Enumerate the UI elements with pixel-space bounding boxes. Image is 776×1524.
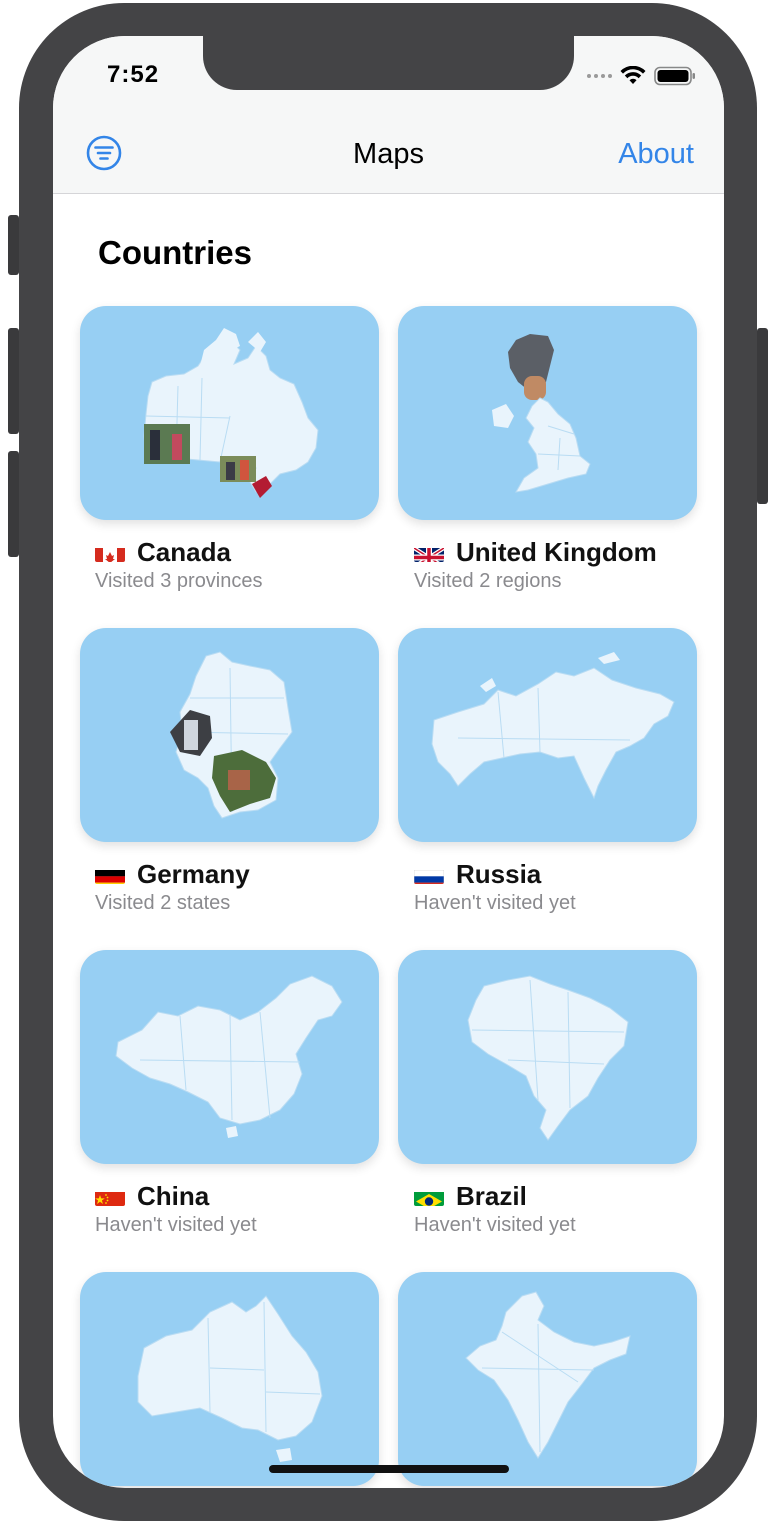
country-subtitle: Visited 3 provinces: [95, 570, 263, 592]
flag-china-icon: [95, 1187, 125, 1206]
country-name: China: [137, 1180, 210, 1211]
silent-switch: [8, 215, 19, 275]
flag-russia-icon: [414, 865, 444, 884]
australia-map: [137, 1295, 323, 1462]
country-name: Russia: [456, 858, 542, 889]
wifi-icon: [620, 66, 646, 84]
country-card-australia[interactable]: [80, 1272, 379, 1486]
flag-canada-icon: [95, 543, 125, 562]
country-card-russia[interactable]: [398, 628, 697, 842]
russia-map: [431, 652, 675, 800]
country-card-germany[interactable]: [80, 628, 379, 842]
country-subtitle: Visited 2 regions: [414, 570, 562, 592]
notch: [203, 36, 574, 90]
country-card-canada[interactable]: [80, 306, 379, 520]
countries-scroll-view[interactable]: Countries Canada Visited 3 provinces Uni…: [53, 194, 724, 1488]
country-subtitle: Visited 2 states: [95, 892, 231, 914]
about-button[interactable]: About: [618, 138, 694, 171]
battery-icon: [654, 66, 695, 86]
germany-map: [170, 651, 293, 819]
country-caption-china: China Haven't visited yet: [95, 1180, 395, 1237]
country-name: United Kingdom: [456, 536, 657, 567]
section-title: Countries: [98, 234, 253, 271]
flag-germany-icon: [95, 865, 125, 884]
country-subtitle: Haven't visited yet: [95, 1214, 257, 1236]
status-time: 7:52: [107, 61, 160, 88]
screen: 7:52 Maps About Countries Canada Visited…: [53, 36, 724, 1488]
power-button: [757, 328, 768, 504]
status-icons: [587, 66, 696, 86]
home-indicator[interactable]: [269, 1465, 509, 1473]
navigation-bar: Maps About: [53, 126, 724, 194]
country-card-brazil[interactable]: [398, 950, 697, 1164]
country-caption-russia: Russia Haven't visited yet: [414, 858, 714, 915]
volume-down-button: [8, 451, 19, 557]
country-subtitle: Haven't visited yet: [414, 1214, 576, 1236]
country-subtitle: Haven't visited yet: [414, 892, 576, 914]
country-caption-canada: Canada Visited 3 provinces: [95, 536, 395, 593]
flag-uk-icon: [414, 543, 444, 562]
brazil-map: [467, 975, 629, 1141]
country-name: Brazil: [456, 1180, 527, 1211]
country-caption-united-kingdom: United Kingdom Visited 2 regions: [414, 536, 714, 593]
country-caption-germany: Germany Visited 2 states: [95, 858, 395, 915]
flag-brazil-icon: [414, 1187, 444, 1206]
country-card-united-kingdom[interactable]: [398, 306, 697, 520]
china-map: [115, 975, 343, 1138]
country-name: Germany: [137, 858, 250, 889]
canada-map: [143, 328, 319, 498]
country-name: Canada: [137, 536, 231, 567]
country-card-china[interactable]: [80, 950, 379, 1164]
country-card-india[interactable]: [398, 1272, 697, 1486]
signal-icon: [587, 74, 612, 78]
india-map: [465, 1291, 631, 1459]
country-caption-brazil: Brazil Haven't visited yet: [414, 1180, 714, 1237]
united-kingdom-map: [492, 334, 591, 493]
volume-up-button: [8, 328, 19, 434]
